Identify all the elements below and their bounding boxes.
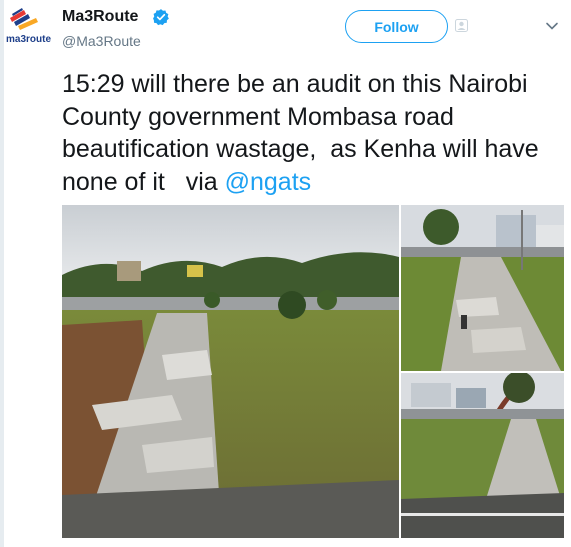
tweet-text: 15:29 will there be an audit on this Nai…	[62, 68, 557, 198]
tweet-photo-3[interactable]	[401, 373, 564, 538]
author-handle[interactable]: @Ma3Route	[62, 33, 141, 49]
avatar[interactable]: ma3route	[6, 6, 52, 46]
author-name[interactable]: Ma3Route	[62, 8, 138, 26]
svg-text:ma3route: ma3route	[6, 34, 51, 45]
tweet-photo-2[interactable]	[401, 205, 564, 371]
photo-2-image	[401, 205, 564, 371]
mention-link[interactable]: @ngats	[225, 168, 312, 196]
chevron-down-icon[interactable]	[545, 19, 559, 33]
tweet-photo-1[interactable]	[62, 205, 399, 538]
person-icon[interactable]	[455, 19, 468, 32]
photo-1-image	[62, 205, 399, 538]
photo-3-image	[401, 373, 564, 538]
thread-line	[0, 0, 4, 547]
verified-badge-icon	[153, 9, 169, 26]
ma3route-logo: ma3route	[6, 8, 51, 45]
follow-button[interactable]: Follow	[345, 10, 448, 43]
